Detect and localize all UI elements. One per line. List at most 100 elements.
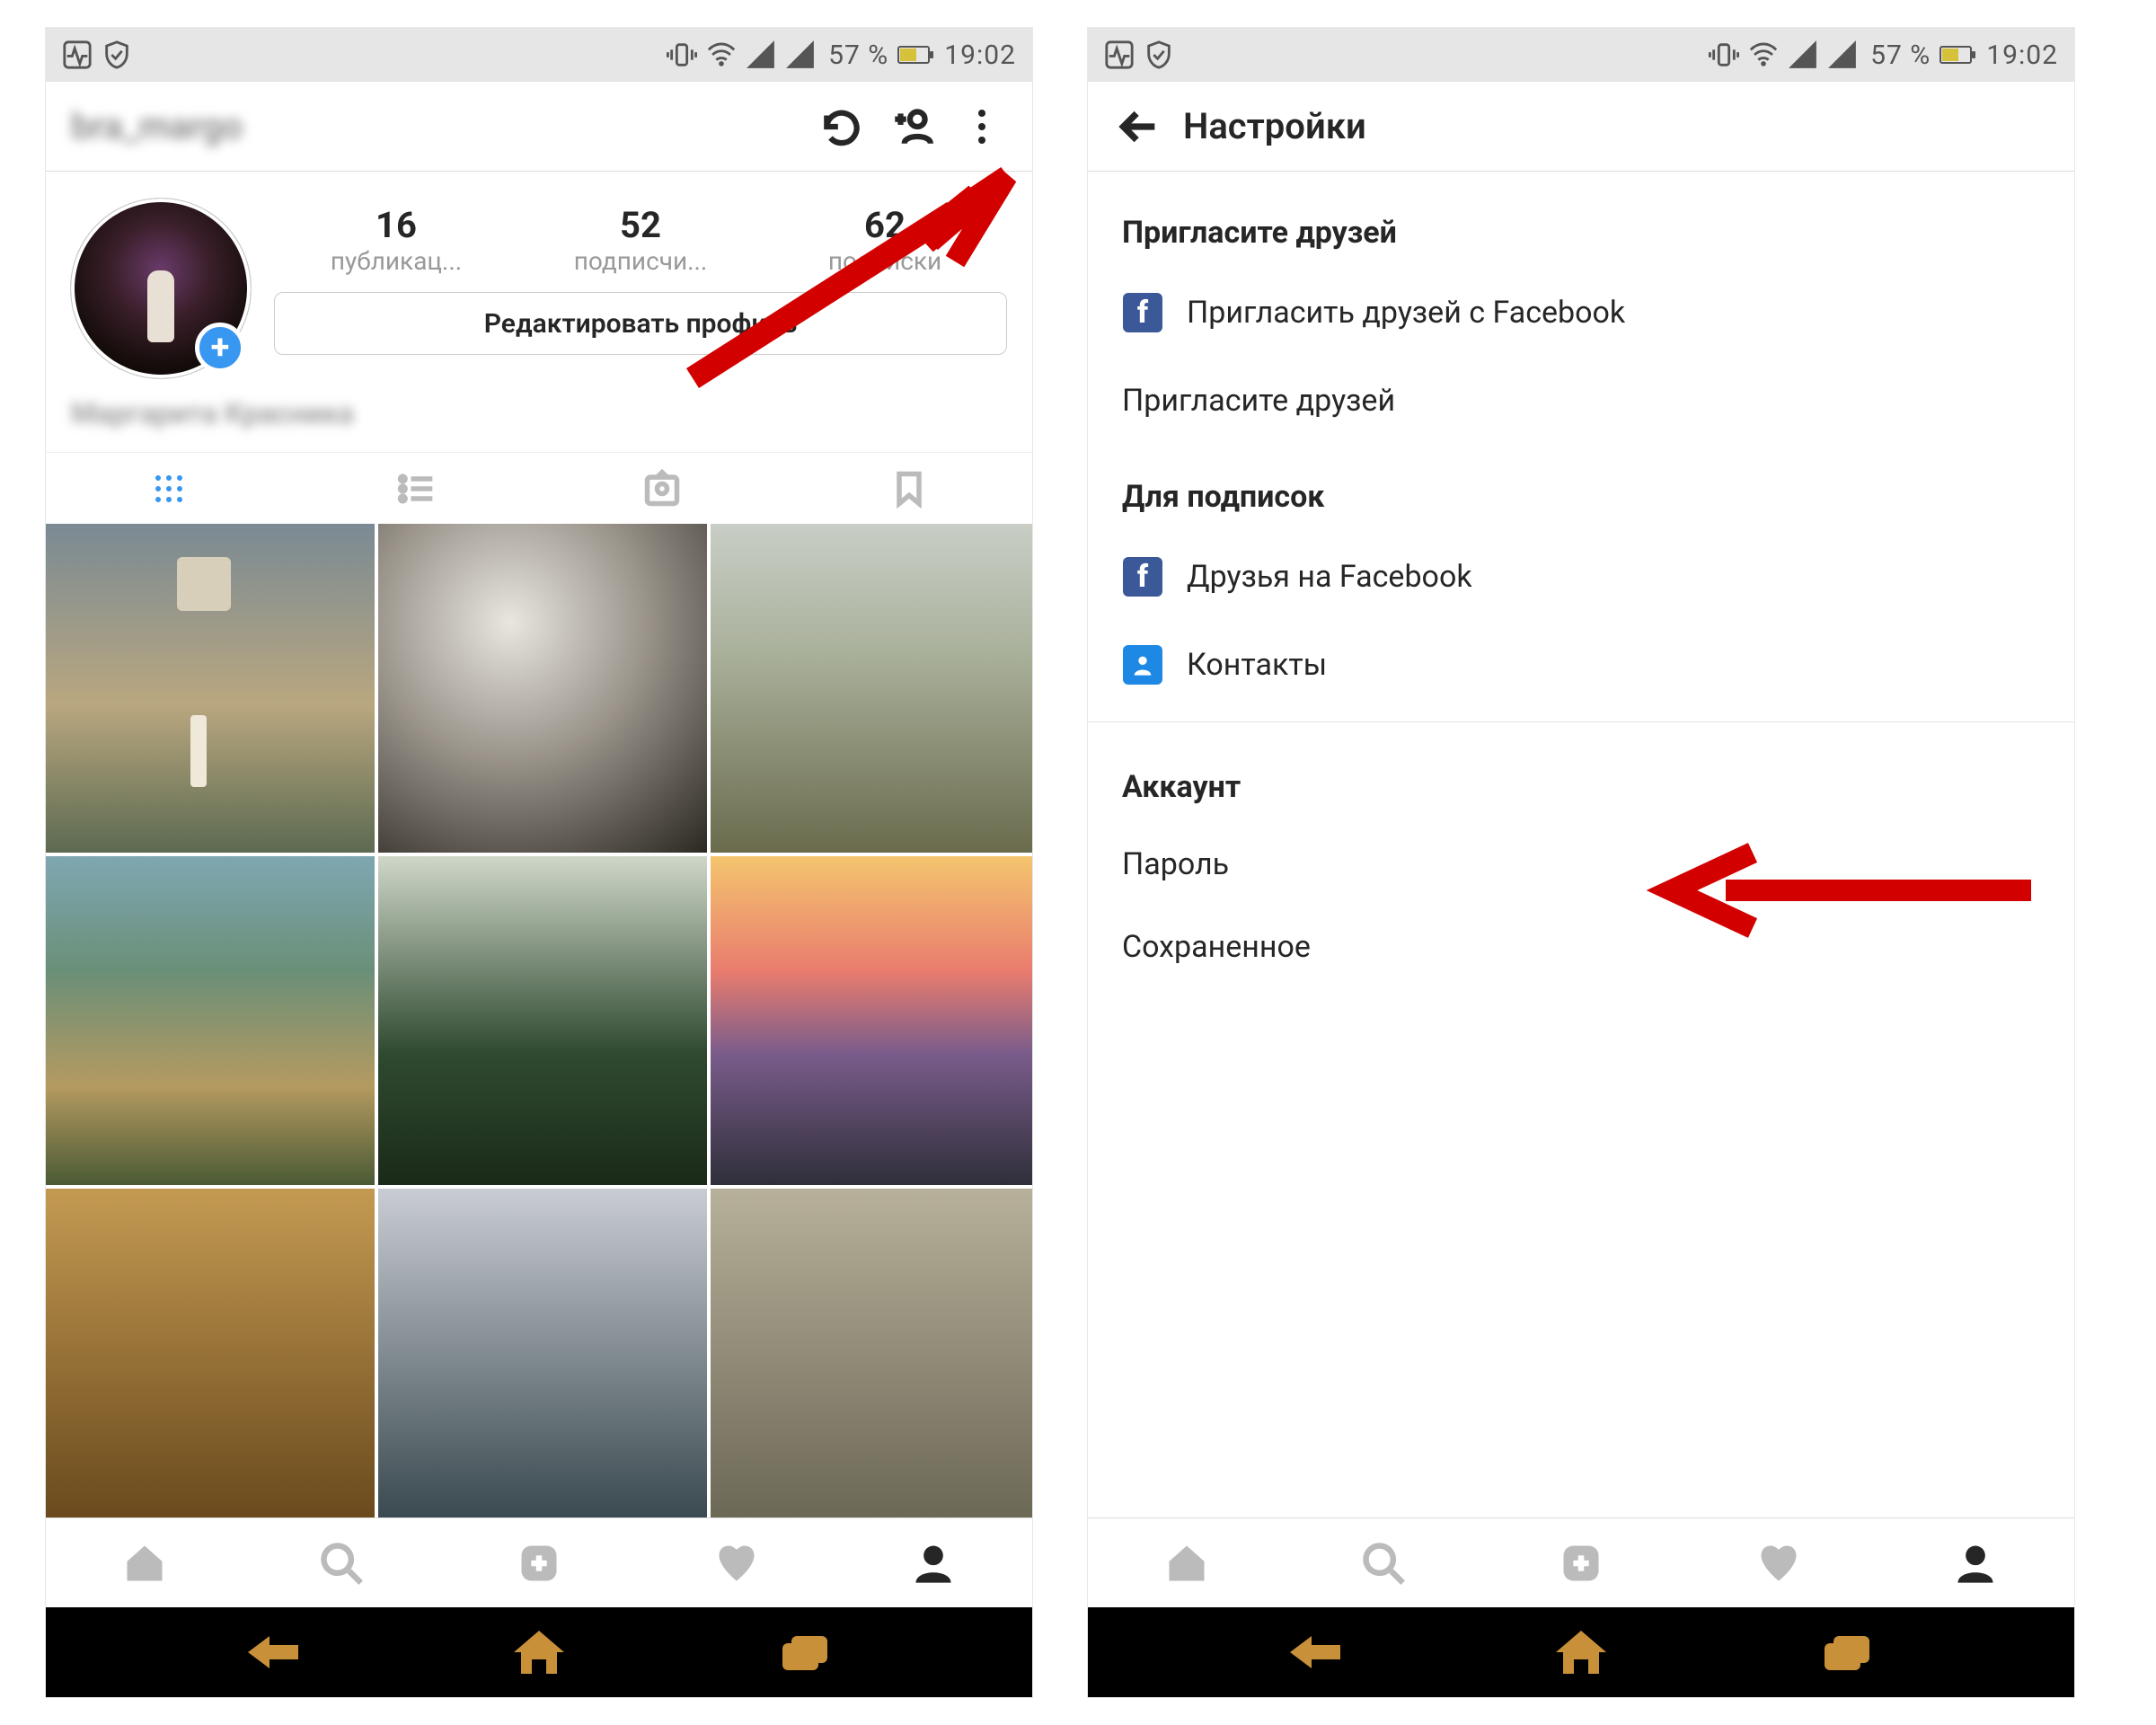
stat-posts[interactable]: 16 публикац... xyxy=(274,204,518,276)
android-nav-bar xyxy=(1088,1607,2074,1697)
row-label: Контакты xyxy=(1187,647,1327,683)
stat-following[interactable]: 62 подписки xyxy=(763,204,1007,276)
photo-grid xyxy=(46,524,1032,1517)
signal-1-icon xyxy=(1788,40,1818,70)
section-for-follow: Для подписок xyxy=(1088,445,2074,533)
nav-activity[interactable] xyxy=(1680,1518,1878,1607)
battery-icon xyxy=(1940,46,1972,64)
stat-posts-count: 16 xyxy=(274,204,518,246)
edit-profile-button[interactable]: Редактировать профиль xyxy=(274,292,1007,355)
bookmark-icon xyxy=(889,469,929,509)
tab-grid[interactable] xyxy=(46,453,293,524)
options-menu-button[interactable] xyxy=(957,102,1007,152)
grid-icon xyxy=(155,475,182,502)
stat-followers[interactable]: 52 подписчи... xyxy=(518,204,763,276)
nav-add[interactable] xyxy=(440,1518,638,1607)
nav-profile[interactable] xyxy=(1877,1518,2074,1607)
back-icon xyxy=(246,1627,304,1677)
status-bar: 57 % 19:02 xyxy=(46,28,1032,82)
settings-list[interactable]: Пригласите друзей f Пригласить друзей с … xyxy=(1088,172,2074,1517)
back-icon xyxy=(1288,1627,1346,1677)
android-recents-button[interactable] xyxy=(768,1623,840,1681)
profile-summary: + 16 публикац... 52 подписчи... 62 подпи… xyxy=(46,172,1032,396)
row-label: Друзья на Facebook xyxy=(1187,559,1472,595)
more-vertical-icon xyxy=(978,110,985,144)
add-story-badge[interactable]: + xyxy=(195,323,245,373)
nav-profile[interactable] xyxy=(835,1518,1032,1607)
photo-thumbnail[interactable] xyxy=(46,1189,375,1517)
photo-thumbnail[interactable] xyxy=(711,524,1032,853)
stat-following-count: 62 xyxy=(763,204,1007,246)
home-icon xyxy=(1552,1627,1610,1677)
photo-thumbnail[interactable] xyxy=(711,856,1032,1185)
row-password[interactable]: Пароль xyxy=(1088,823,2074,906)
activity-icon xyxy=(1104,40,1135,70)
profile-header: bra_margo xyxy=(46,82,1032,172)
nav-search[interactable] xyxy=(243,1518,441,1607)
archive-icon[interactable] xyxy=(817,102,867,152)
row-invite-facebook[interactable]: f Пригласить друзей с Facebook xyxy=(1088,269,2074,357)
android-back-button[interactable] xyxy=(1281,1623,1353,1681)
android-back-button[interactable] xyxy=(239,1623,311,1681)
photo-thumbnail[interactable] xyxy=(46,856,375,1185)
row-invite-friends[interactable]: Пригласите друзей xyxy=(1088,357,2074,445)
stat-following-label: подписки xyxy=(763,246,1007,276)
photo-thumbnail[interactable] xyxy=(378,524,707,853)
home-icon xyxy=(510,1627,568,1677)
add-post-icon xyxy=(1558,1540,1604,1587)
nav-activity[interactable] xyxy=(638,1518,835,1607)
status-bar: 57 % 19:02 xyxy=(1088,28,2074,82)
nav-home[interactable] xyxy=(46,1518,243,1607)
shield-icon xyxy=(102,40,132,70)
row-contacts[interactable]: Контакты xyxy=(1088,621,2074,709)
tab-list[interactable] xyxy=(293,453,540,524)
android-recents-button[interactable] xyxy=(1810,1623,1882,1681)
nav-add[interactable] xyxy=(1482,1518,1680,1607)
tab-tagged[interactable] xyxy=(539,453,786,524)
tagged-icon xyxy=(642,469,682,509)
wifi-icon xyxy=(706,40,737,70)
settings-title: Настройки xyxy=(1183,105,1366,147)
shield-icon xyxy=(1144,40,1174,70)
tab-saved[interactable] xyxy=(786,453,1033,524)
activity-icon xyxy=(62,40,93,70)
row-label: Сохраненное xyxy=(1122,929,1311,965)
divider xyxy=(1088,721,2074,722)
display-name: Маргарита Красника xyxy=(46,396,1032,452)
add-post-icon xyxy=(516,1540,562,1587)
stat-followers-count: 52 xyxy=(518,204,763,246)
back-button[interactable] xyxy=(1113,102,1163,152)
photo-thumbnail[interactable] xyxy=(378,856,707,1185)
clock: 19:02 xyxy=(1986,40,2058,71)
heart-icon xyxy=(1755,1540,1802,1587)
row-facebook-friends[interactable]: f Друзья на Facebook xyxy=(1088,533,2074,621)
photo-thumbnail[interactable] xyxy=(711,1189,1032,1517)
contacts-icon xyxy=(1122,644,1163,686)
battery-icon xyxy=(897,46,930,64)
arrow-left-icon xyxy=(1118,107,1158,146)
battery-percent: 57 % xyxy=(828,40,888,71)
section-account: Аккаунт xyxy=(1088,735,2074,823)
recents-icon xyxy=(775,1627,833,1677)
avatar-wrap[interactable]: + xyxy=(71,199,251,378)
section-invite-friends: Пригласите друзей xyxy=(1088,181,2074,269)
photo-thumbnail[interactable] xyxy=(378,1189,707,1517)
stat-posts-label: публикац... xyxy=(274,246,518,276)
row-saved[interactable]: Сохраненное xyxy=(1088,906,2074,988)
row-label: Пригласить друзей с Facebook xyxy=(1187,295,1625,331)
search-icon xyxy=(318,1540,365,1587)
discover-people-icon[interactable] xyxy=(887,102,937,152)
vibrate-icon xyxy=(667,40,697,70)
android-home-button[interactable] xyxy=(1545,1623,1617,1681)
row-label: Пароль xyxy=(1122,846,1229,882)
signal-2-icon xyxy=(785,40,816,70)
android-home-button[interactable] xyxy=(503,1623,575,1681)
nav-search[interactable] xyxy=(1286,1518,1483,1607)
nav-home[interactable] xyxy=(1088,1518,1286,1607)
profile-icon xyxy=(1952,1540,1999,1587)
facebook-icon: f xyxy=(1122,292,1163,333)
home-icon xyxy=(1163,1540,1210,1587)
username-dropdown[interactable]: bra_margo xyxy=(71,105,243,147)
photo-thumbnail[interactable] xyxy=(46,524,375,853)
list-icon xyxy=(396,469,436,509)
